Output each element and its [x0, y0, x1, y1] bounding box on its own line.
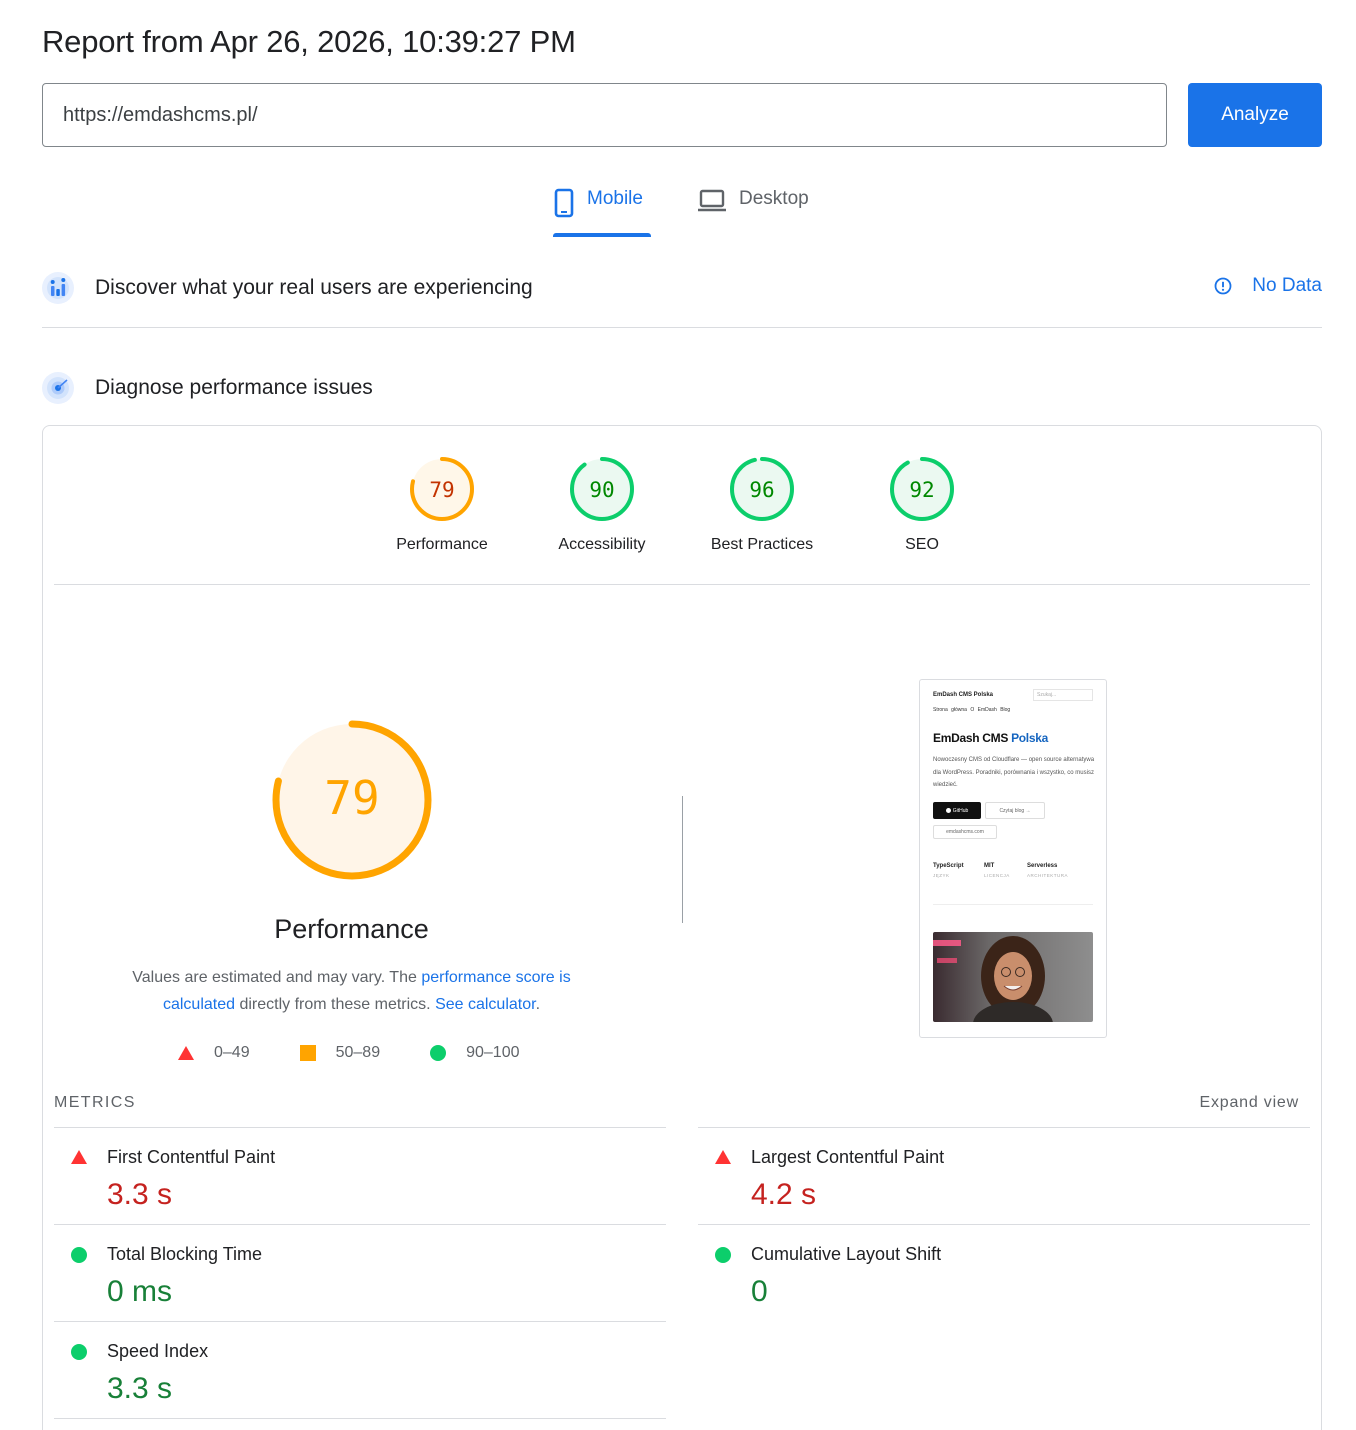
vertical-divider — [682, 796, 683, 923]
no-data-label: No Data — [1252, 275, 1322, 296]
gauge-accessibility-score: 90 — [589, 478, 614, 502]
tab-desktop[interactable]: Desktop — [697, 180, 809, 238]
metric-speed-index: Speed Index 3.3 s — [54, 1322, 666, 1419]
gauge-seo-ring: 92 — [890, 457, 954, 521]
gauge-seo-score: 92 — [909, 478, 934, 502]
smartphone-icon — [553, 188, 575, 218]
performance-big-gauge: 79 — [270, 718, 434, 887]
fail-triangle-icon — [71, 1150, 87, 1164]
pass-circle-icon — [71, 1247, 87, 1263]
gauge-performance-label: Performance — [396, 536, 488, 553]
shot-blog-button: Czytaj blog → — [985, 802, 1045, 819]
gauge-best-practices[interactable]: 96 Best Practices — [687, 456, 837, 554]
see-calculator-link[interactable]: See calculator — [435, 996, 536, 1013]
metric-value: 0 ms — [107, 1275, 173, 1308]
gauge-performance-ring: 79 — [410, 457, 474, 521]
shot-portrait-photo — [933, 932, 1093, 1022]
gauges-divider — [54, 584, 1310, 585]
metric-value: 3.3 s — [107, 1178, 173, 1211]
shot-stat-license: MIT LICENCJA — [984, 863, 1010, 878]
field-data-title: Discover what your real users are experi… — [95, 276, 533, 299]
metric-value: 4.2 s — [751, 1178, 817, 1211]
gauge-best-practices-score: 96 — [749, 478, 774, 502]
report-title: Report from Apr 26, 2026, 10:39:27 PM — [42, 24, 576, 59]
gauge-accessibility[interactable]: 90 Accessibility — [527, 456, 677, 554]
pass-circle-icon — [71, 1344, 87, 1360]
gauge-accessibility-ring: 90 — [570, 457, 634, 521]
metric-name: Total Blocking Time — [107, 1244, 263, 1264]
info-icon — [1214, 277, 1232, 295]
tab-mobile-label: Mobile — [587, 188, 643, 209]
performance-big-score: 79 — [324, 771, 379, 825]
score-legend: 0–49 50–89 90–100 — [178, 1044, 569, 1062]
metric-tbt: Total Blocking Time 0 ms — [54, 1225, 666, 1322]
metrics-heading: METRICS — [54, 1094, 136, 1111]
shot-heading: EmDash CMS Polska — [933, 731, 1048, 745]
metric-name: Largest Contentful Paint — [751, 1147, 945, 1167]
gauge-seo[interactable]: 92 SEO — [847, 456, 997, 554]
metrics-divider — [54, 1418, 666, 1419]
fail-triangle-icon — [715, 1150, 731, 1164]
shot-brand: EmDash CMS Polska — [933, 692, 994, 698]
active-tab-indicator — [553, 233, 651, 237]
github-icon — [945, 808, 951, 813]
metric-cls: Cumulative Layout Shift 0 — [698, 1225, 1310, 1322]
page-screenshot-thumbnail: EmDash CMS Polska Szukaj... Strona główn… — [919, 679, 1107, 1038]
shot-chip: emdashcms.com — [933, 825, 997, 839]
shot-search: Szukaj... — [1033, 689, 1093, 701]
crux-users-icon — [42, 272, 74, 304]
metric-name: First Contentful Paint — [107, 1147, 276, 1167]
metric-value: 3.3 s — [107, 1372, 173, 1405]
url-input[interactable] — [42, 83, 1167, 147]
expand-view-button[interactable]: Expand view — [1199, 1094, 1299, 1112]
field-data-section: Discover what your real users are experi… — [42, 270, 1322, 306]
lighthouse-radar-icon — [42, 372, 74, 404]
shot-stat-lang: TypeScript JĘZYK — [933, 863, 964, 878]
shot-github-button: GitHub — [933, 802, 981, 819]
gauge-best-practices-label: Best Practices — [710, 536, 814, 553]
diagnose-title: Diagnose performance issues — [95, 376, 373, 399]
shot-nav: Strona główna O EmDash Blog — [933, 707, 1011, 713]
gauge-best-practices-ring: 96 — [730, 457, 794, 521]
gauge-performance[interactable]: 79 Performance — [367, 456, 517, 554]
gauge-performance-score: 79 — [429, 478, 454, 502]
category-gauges: 79 Performance 90 Accessibility 96 Best … — [43, 456, 1321, 566]
lighthouse-report-card: 79 Performance 90 Accessibility 96 Best … — [42, 425, 1322, 1430]
tab-mobile[interactable]: Mobile — [553, 180, 643, 238]
metric-fcp: First Contentful Paint 3.3 s — [54, 1128, 666, 1225]
gauge-seo-label: SEO — [905, 536, 939, 553]
shot-divider — [933, 904, 1093, 905]
pass-circle-icon — [430, 1045, 447, 1061]
shot-stat-arch: Serverless ARCHITEKTURA — [1027, 863, 1069, 878]
analyze-button[interactable]: Analyze — [1188, 83, 1322, 147]
laptop-icon — [697, 188, 727, 214]
average-square-icon — [299, 1045, 316, 1061]
device-tabs: Mobile Desktop — [0, 180, 1356, 240]
metric-value: 0 — [751, 1275, 768, 1308]
pass-circle-icon — [715, 1247, 731, 1263]
metric-lcp: Largest Contentful Paint 4.2 s — [698, 1128, 1310, 1225]
performance-heading: Performance — [274, 914, 429, 944]
performance-description: Values are estimated and may vary. The p… — [132, 969, 571, 1013]
tab-desktop-label: Desktop — [739, 188, 809, 209]
shot-paragraph: Nowoczesny CMS od Cloudflare — open sour… — [933, 757, 1095, 788]
legend-fail: 0–49 — [178, 1044, 250, 1062]
metric-name: Cumulative Layout Shift — [751, 1244, 942, 1264]
section-divider — [42, 327, 1322, 328]
fail-triangle-icon — [178, 1046, 194, 1060]
legend-pass: 90–100 — [430, 1044, 519, 1062]
diagnose-section: Diagnose performance issues — [42, 370, 1322, 406]
no-data-link[interactable]: No Data — [1214, 275, 1322, 297]
legend-average: 50–89 — [299, 1044, 380, 1062]
gauge-accessibility-label: Accessibility — [558, 536, 646, 553]
metric-name: Speed Index — [107, 1341, 209, 1361]
